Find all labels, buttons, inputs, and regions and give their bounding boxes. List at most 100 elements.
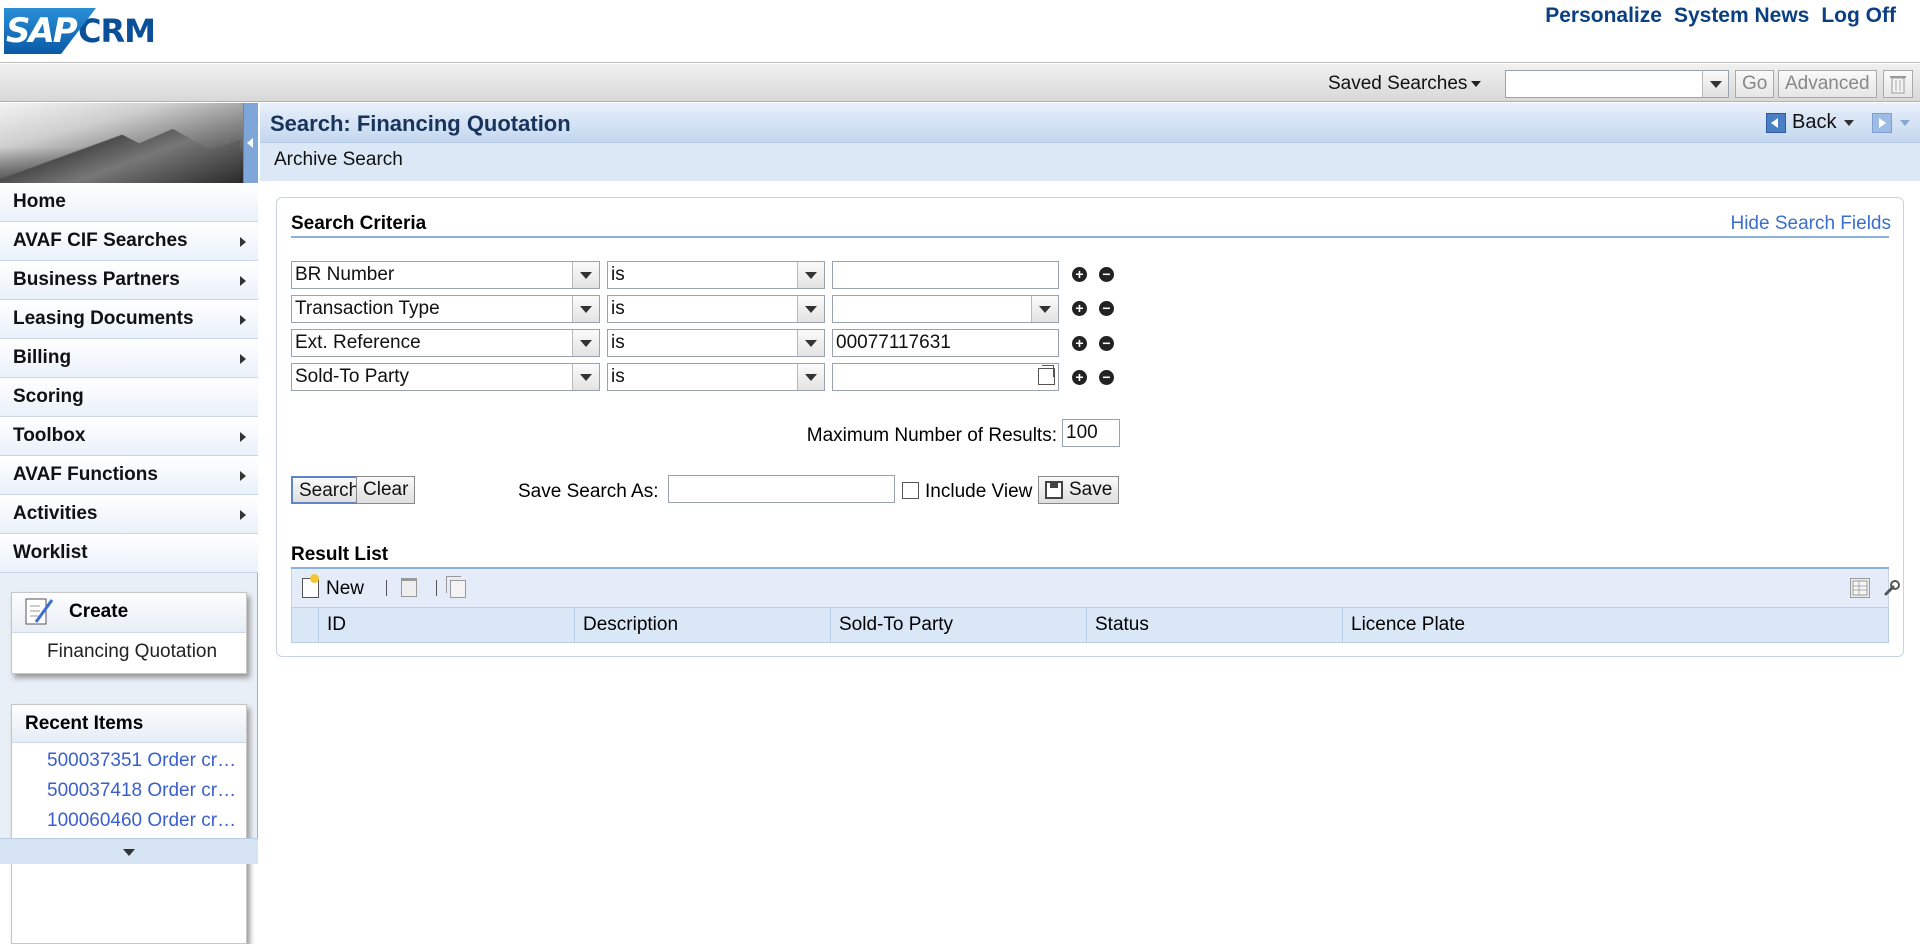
criteria-operator-select[interactable]: is [607, 363, 825, 391]
include-view-label: Include View [925, 481, 1033, 502]
value-help-icon[interactable] [1038, 365, 1055, 385]
create-financing-quotation-link[interactable]: Financing Quotation [47, 641, 217, 663]
saved-searches-menu[interactable]: Saved Searches [1328, 73, 1482, 95]
save-search-as-input[interactable] [668, 475, 895, 503]
remove-row-icon[interactable]: − [1099, 336, 1114, 351]
nav-item-scoring[interactable]: Scoring [0, 378, 258, 417]
hide-search-fields-link[interactable]: Hide Search Fields [1730, 213, 1891, 235]
chevron-right-icon [240, 237, 246, 247]
recent-item-link[interactable]: 100060460 Order created [47, 810, 243, 832]
column-header-licence-plate[interactable]: Licence Plate [1343, 608, 1888, 642]
add-row-icon[interactable]: + [1072, 301, 1087, 316]
dropdown-arrow-icon[interactable] [797, 330, 824, 356]
advanced-button[interactable]: Advanced [1778, 70, 1877, 98]
header-banner-image [0, 103, 258, 183]
nav-item-activities[interactable]: Activities [0, 495, 258, 534]
clear-button[interactable]: Clear [356, 476, 416, 504]
nav-item-avaf-cif-searches[interactable]: AVAF CIF Searches [0, 222, 258, 261]
remove-row-icon[interactable]: − [1099, 267, 1114, 282]
dropdown-arrow-icon[interactable] [1702, 71, 1728, 97]
criteria-operator-select[interactable]: is [607, 261, 825, 289]
forward-arrow-icon[interactable] [1872, 112, 1893, 133]
recent-item-link[interactable]: 500037418 Order created [47, 780, 243, 802]
crm-logo-text: CRM [78, 12, 156, 50]
create-panel: Create Financing Quotation [11, 592, 247, 674]
column-header-status[interactable]: Status [1087, 608, 1343, 642]
criteria-operator-select[interactable]: is [607, 329, 825, 357]
wrench-settings-icon[interactable] [1882, 578, 1902, 598]
dropdown-arrow-icon[interactable] [572, 330, 599, 356]
add-row-icon[interactable]: + [1072, 370, 1087, 385]
back-history-dropdown-icon[interactable] [1844, 119, 1855, 126]
dropdown-arrow-icon[interactable] [572, 364, 599, 390]
criteria-value-text: 00077117631 [836, 332, 951, 353]
criteria-value-select[interactable] [832, 295, 1059, 323]
nav-scroll-down[interactable] [0, 838, 258, 864]
criteria-operator-select[interactable]: is [607, 295, 825, 323]
max-results-input[interactable]: 100 [1062, 419, 1120, 447]
nav-item-worklist[interactable]: Worklist [0, 534, 258, 573]
dropdown-arrow-icon[interactable] [1031, 296, 1058, 322]
recent-item-link[interactable]: 500037351 Order created [47, 750, 243, 772]
system-news-link[interactable]: System News [1674, 4, 1809, 28]
criteria-field-select[interactable]: BR Number [291, 261, 600, 289]
save-button-label: Save [1069, 479, 1113, 500]
collapse-nav-handle[interactable] [243, 103, 258, 183]
go-button[interactable]: Go [1735, 70, 1775, 98]
recent-items-title: Recent Items [25, 713, 144, 734]
criteria-value-input[interactable]: 00077117631 [832, 329, 1059, 357]
nav-item-toolbox[interactable]: Toolbox [0, 417, 258, 456]
back-button[interactable]: Back [1792, 111, 1836, 134]
page-subtitle: Archive Search [274, 149, 403, 170]
criteria-field-value: Ext. Reference [295, 332, 421, 353]
copy-icon[interactable] [446, 576, 466, 598]
save-search-button[interactable]: Save [1038, 476, 1120, 504]
page-title: Search: Financing Quotation [270, 111, 571, 136]
criteria-field-select[interactable]: Ext. Reference [291, 329, 600, 357]
log-off-link[interactable]: Log Off [1821, 4, 1896, 28]
remove-row-icon[interactable]: − [1099, 370, 1114, 385]
nav-item-business-partners[interactable]: Business Partners [0, 261, 258, 300]
criteria-field-value: Sold-To Party [295, 366, 410, 387]
result-table-header: ID Description Sold-To Party Status Lice… [291, 607, 1889, 643]
create-title: Create [69, 601, 129, 622]
criteria-value-input[interactable] [832, 363, 1059, 391]
subtitle-bar: Archive Search [260, 143, 1920, 181]
chevron-down-icon [1471, 80, 1482, 87]
criteria-value-input[interactable] [832, 261, 1059, 289]
saved-search-select[interactable] [1505, 70, 1729, 98]
dropdown-arrow-icon[interactable] [797, 262, 824, 288]
include-view-checkbox[interactable] [902, 482, 919, 499]
nav-item-label: Worklist [13, 542, 88, 563]
dropdown-arrow-icon[interactable] [572, 262, 599, 288]
criteria-field-select[interactable]: Sold-To Party [291, 363, 600, 391]
nav-item-leasing-documents[interactable]: Leasing Documents [0, 300, 258, 339]
remove-row-icon[interactable]: − [1099, 301, 1114, 316]
recent-items-panel: Recent Items 500037351 Order created 500… [11, 704, 247, 944]
dropdown-arrow-icon[interactable] [797, 364, 824, 390]
export-to-spreadsheet-icon[interactable] [1850, 578, 1870, 598]
forward-history-dropdown-icon[interactable] [1900, 119, 1911, 126]
add-row-icon[interactable]: + [1072, 336, 1087, 351]
delete-icon[interactable] [401, 578, 417, 597]
new-button[interactable]: New [326, 578, 364, 600]
nav-item-avaf-functions[interactable]: AVAF Functions [0, 456, 258, 495]
back-arrow-icon[interactable] [1766, 112, 1786, 133]
search-panel: Search Criteria Hide Search Fields BR Nu… [276, 197, 1904, 657]
dropdown-arrow-icon[interactable] [797, 296, 824, 322]
nav-item-label: AVAF CIF Searches [13, 230, 188, 251]
row-selector-column[interactable] [292, 608, 319, 642]
add-row-icon[interactable]: + [1072, 267, 1087, 282]
column-header-description[interactable]: Description [575, 608, 831, 642]
delete-saved-search-icon[interactable] [1883, 70, 1913, 98]
new-document-icon[interactable] [302, 574, 319, 598]
personalize-link[interactable]: Personalize [1545, 4, 1662, 28]
column-header-sold-to-party[interactable]: Sold-To Party [831, 608, 1087, 642]
criteria-field-select[interactable]: Transaction Type [291, 295, 600, 323]
nav-item-billing[interactable]: Billing [0, 339, 258, 378]
nav-item-home[interactable]: Home [0, 183, 258, 222]
dropdown-arrow-icon[interactable] [572, 296, 599, 322]
recent-items-header: Recent Items [12, 705, 246, 743]
search-criteria-title: Search Criteria [291, 213, 427, 234]
column-header-id[interactable]: ID [319, 608, 575, 642]
